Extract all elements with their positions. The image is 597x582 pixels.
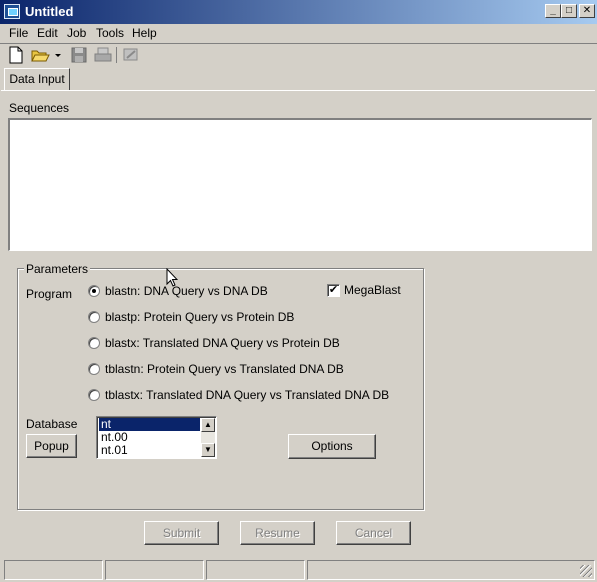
cancel-button-label: Cancel — [354, 526, 393, 540]
dropdown-arrow-icon[interactable] — [53, 46, 63, 64]
mouse-cursor-icon — [166, 267, 179, 288]
close-button[interactable]: ✕ — [579, 4, 595, 18]
tab-panel-border — [1, 90, 595, 91]
status-panel-3 — [206, 560, 305, 580]
submit-button-label: Submit — [162, 526, 201, 540]
options-button-label: Options — [311, 439, 353, 453]
popup-button-label: Popup — [34, 439, 69, 453]
window-title: Untitled — [25, 4, 74, 19]
scroll-down-button[interactable]: ▼ — [201, 443, 215, 457]
minimize-button[interactable]: _ — [545, 4, 561, 18]
toolbar-separator — [116, 47, 117, 63]
print-icon — [93, 46, 113, 64]
menu-tools[interactable]: Tools — [92, 25, 128, 41]
options-button[interactable]: Options — [288, 434, 376, 459]
menu-edit[interactable]: Edit — [33, 25, 62, 41]
status-panel-1 — [4, 560, 103, 580]
scroll-up-button[interactable]: ▲ — [201, 418, 215, 432]
title-bar[interactable]: Untitled _ □ ✕ — [0, 0, 597, 24]
resize-grip-icon[interactable] — [580, 565, 592, 577]
menu-divider — [0, 43, 597, 44]
menu-file[interactable]: File — [5, 25, 32, 41]
radio-tblastx-label: tblastx: Translated DNA Query vs Transla… — [105, 388, 390, 402]
resume-button[interactable]: Resume — [240, 521, 315, 545]
status-panel-2 — [105, 560, 204, 580]
radio-button[interactable] — [88, 389, 100, 401]
radio-tblastn[interactable]: tblastn: Protein Query vs Translated DNA… — [88, 362, 358, 378]
save-icon — [69, 46, 89, 64]
scroll-up-icon: ▲ — [204, 420, 212, 429]
radio-blastp-label: blastp: Protein Query vs Protein DB — [105, 310, 295, 324]
radio-blastx[interactable]: blastx: Translated DNA Query vs Protein … — [88, 336, 358, 352]
status-panel-4 — [307, 560, 595, 580]
radio-button[interactable] — [88, 311, 100, 323]
popup-button[interactable]: Popup — [26, 434, 77, 458]
megablast-checkbox[interactable]: ✔ MegaBlast — [327, 283, 417, 299]
tab-data-input[interactable]: Data Input — [4, 68, 70, 90]
radio-button[interactable] — [88, 363, 100, 375]
open-folder-icon[interactable] — [30, 46, 50, 64]
database-listbox[interactable]: nt nt.00 nt.01 ▲ ▼ — [96, 416, 217, 459]
minimize-icon: _ — [550, 5, 556, 16]
scrollbar-track[interactable] — [201, 432, 215, 443]
maximize-icon: □ — [565, 5, 573, 16]
radio-tblastx[interactable]: tblastx: Translated DNA Query vs Transla… — [88, 388, 390, 404]
parameters-title: Parameters — [24, 262, 91, 276]
sequences-label: Sequences — [9, 101, 70, 115]
database-label: Database — [26, 417, 78, 431]
radio-tblastn-label: tblastn: Protein Query vs Translated DNA… — [105, 362, 344, 376]
app-icon — [4, 4, 20, 19]
radio-blastp[interactable]: blastp: Protein Query vs Protein DB — [88, 310, 318, 326]
new-document-icon[interactable] — [6, 46, 26, 64]
megablast-label: MegaBlast — [344, 283, 401, 297]
close-icon: ✕ — [582, 5, 592, 16]
radio-button[interactable] — [88, 337, 100, 349]
sequences-input[interactable] — [8, 118, 592, 251]
checkmark-icon[interactable]: ✔ — [327, 284, 340, 297]
cancel-button[interactable]: Cancel — [336, 521, 411, 545]
database-option[interactable]: nt.01 — [99, 444, 200, 457]
menu-job[interactable]: Job — [63, 25, 90, 41]
maximize-button[interactable]: □ — [561, 4, 577, 18]
menu-help[interactable]: Help — [128, 25, 161, 41]
run-icon — [121, 46, 141, 64]
resume-button-label: Resume — [255, 526, 300, 540]
radio-blastn[interactable]: blastn: DNA Query vs DNA DB — [88, 284, 318, 300]
submit-button[interactable]: Submit — [144, 521, 219, 545]
radio-blastn-label: blastn: DNA Query vs DNA DB — [105, 284, 268, 298]
scroll-down-icon: ▼ — [204, 445, 212, 454]
radio-blastx-label: blastx: Translated DNA Query vs Protein … — [105, 336, 340, 350]
radio-button[interactable] — [88, 285, 100, 297]
tab-data-input-label: Data Input — [9, 72, 65, 86]
program-label: Program — [26, 287, 73, 301]
